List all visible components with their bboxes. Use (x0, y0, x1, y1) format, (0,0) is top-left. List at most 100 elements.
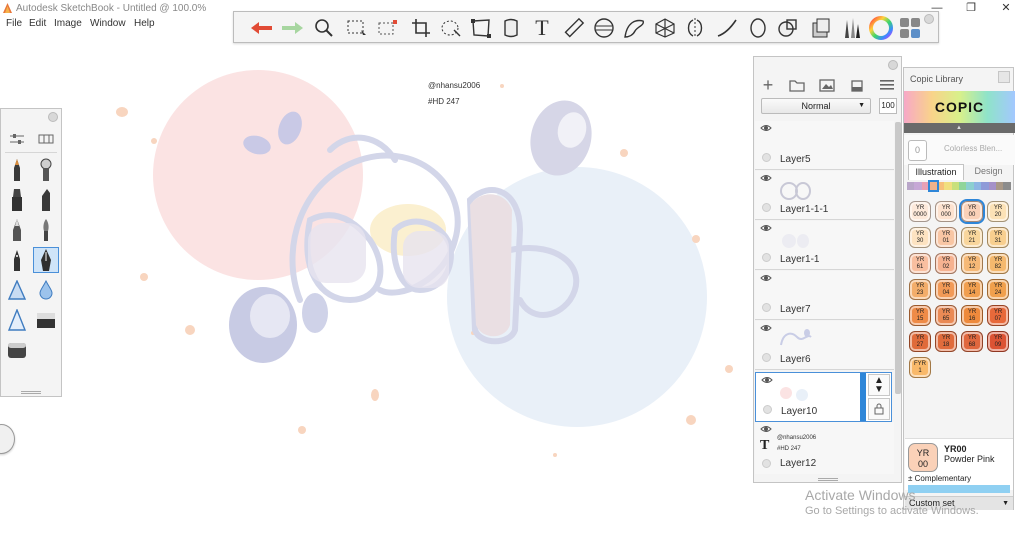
undo-button[interactable] (249, 15, 275, 41)
add-group-button[interactable] (787, 75, 807, 95)
color-family-chip[interactable] (914, 182, 922, 190)
copic-swatch[interactable]: YR 12 (961, 253, 983, 274)
brush-library-toggle[interactable] (33, 126, 59, 152)
layer-radio[interactable] (762, 203, 771, 212)
copic-swatch[interactable]: FYR 1 (909, 357, 931, 378)
color-family-chip[interactable] (944, 182, 952, 190)
shape-button[interactable] (775, 15, 801, 41)
layer-row-layer5[interactable]: Layer5 (755, 121, 894, 170)
copic-swatch[interactable]: YR 21 (961, 227, 983, 248)
color-family-chip[interactable] (996, 182, 1004, 190)
copic-swatch[interactable]: YR 24 (987, 279, 1009, 300)
calligraphy-brush[interactable] (33, 247, 59, 273)
pen-brush[interactable] (4, 217, 30, 243)
copic-swatch[interactable]: YR 82 (987, 253, 1009, 274)
layer-radio[interactable] (762, 459, 771, 468)
colorless-blender[interactable]: 0 Colorless Blen... (904, 135, 1015, 165)
zoom-button[interactable] (311, 15, 337, 41)
tab-design[interactable]: Design (966, 164, 1011, 180)
layers-grip-icon[interactable] (818, 478, 838, 481)
menu-window[interactable]: Window (90, 18, 126, 29)
copic-swatch[interactable]: YR 07 (987, 305, 1009, 326)
ink-pen-brush[interactable] (4, 247, 30, 273)
color-wheel-button[interactable] (868, 15, 894, 41)
paintbrush-brush[interactable] (33, 217, 59, 243)
eraser-brush[interactable] (33, 307, 59, 333)
color-family-strip[interactable] (907, 182, 1011, 190)
marker-brush[interactable] (4, 187, 30, 213)
copic-swatch[interactable]: YR 30 (909, 227, 931, 248)
layer-row-layer1-1[interactable]: Layer1-1 (755, 221, 894, 270)
triangle-brush[interactable] (4, 277, 30, 303)
copic-swatch[interactable]: YR 20 (987, 201, 1009, 222)
copic-swatch[interactable]: YR 27 (909, 331, 931, 352)
color-family-chip[interactable] (907, 182, 915, 190)
maximize-button[interactable]: ❐ (954, 0, 988, 17)
smear-brush[interactable] (4, 307, 30, 333)
stroke-button[interactable] (714, 15, 740, 41)
lasso-button[interactable] (438, 15, 464, 41)
color-family-chip[interactable] (958, 182, 967, 190)
copic-swatch[interactable]: YR 04 (935, 279, 957, 300)
layer-menu-button[interactable] (877, 75, 897, 95)
copic-collapse-bar[interactable]: ▲ (904, 123, 1015, 133)
color-family-chip[interactable] (1003, 182, 1011, 190)
layer-row-layer7[interactable]: Layer7 (755, 271, 894, 320)
layers-toggle-button[interactable] (897, 15, 923, 41)
pencil-brush[interactable] (4, 157, 30, 183)
menu-edit[interactable]: Edit (29, 18, 46, 29)
copic-swatch[interactable]: YR 02 (935, 253, 957, 274)
layer-radio[interactable] (762, 353, 771, 362)
transform-select-button[interactable] (375, 15, 401, 41)
ruler-button[interactable] (561, 15, 587, 41)
text-button[interactable]: T (529, 15, 555, 41)
layer-row-layer12[interactable]: T @nhansu2006 #HD 247 Layer12 (755, 422, 894, 474)
layer-radio[interactable] (762, 153, 771, 162)
select-button[interactable] (344, 15, 370, 41)
color-family-chip[interactable] (951, 182, 959, 190)
distort-button[interactable] (468, 15, 494, 41)
brush-library-button[interactable] (838, 15, 864, 41)
menu-image[interactable]: Image (54, 18, 82, 29)
eye-icon[interactable] (760, 223, 772, 233)
copic-swatch[interactable]: YR 000 (935, 201, 957, 222)
eye-icon[interactable] (760, 424, 772, 434)
layer-move-button[interactable]: ▲ ▼ (868, 374, 890, 396)
copic-swatch[interactable]: YR 09 (987, 331, 1009, 352)
ellipse-guide-button[interactable] (591, 15, 617, 41)
eye-icon[interactable] (760, 173, 772, 183)
perspective-grid-button[interactable] (652, 15, 678, 41)
copic-close-icon[interactable] (998, 71, 1010, 83)
soft-eraser-brush[interactable] (4, 337, 30, 363)
layer-radio[interactable] (762, 303, 771, 312)
copic-swatch[interactable]: YR 65 (935, 305, 957, 326)
copic-swatch[interactable]: YR 23 (909, 279, 931, 300)
chisel-marker-brush[interactable] (33, 187, 59, 213)
copic-swatch[interactable]: YR 01 (935, 227, 957, 248)
brush-properties-button[interactable] (4, 126, 30, 152)
layers-close-icon[interactable] (888, 60, 898, 70)
tab-illustration[interactable]: Illustration (908, 164, 964, 180)
menu-file[interactable]: File (6, 18, 22, 29)
copic-swatch[interactable]: YR 0000 (909, 201, 931, 222)
eye-icon[interactable] (760, 273, 772, 283)
add-image-button[interactable] (817, 75, 837, 95)
crop-button[interactable] (408, 15, 434, 41)
layer-radio[interactable] (763, 405, 772, 414)
color-family-chip[interactable] (973, 182, 982, 190)
eye-icon[interactable] (760, 123, 772, 133)
copic-swatch[interactable]: YR 16 (961, 305, 983, 326)
toolbar-close-icon[interactable] (924, 14, 934, 24)
copic-swatch[interactable]: YR 31 (987, 227, 1009, 248)
copic-swatch[interactable]: YR 61 (909, 253, 931, 274)
palette-grip-icon[interactable] (21, 391, 41, 394)
fill-button[interactable] (808, 15, 834, 41)
symmetry-button[interactable] (682, 15, 708, 41)
copic-swatch[interactable]: YR 00 (959, 199, 985, 224)
airbrush-brush[interactable] (33, 157, 59, 183)
copic-swatch[interactable]: YR 15 (909, 305, 931, 326)
layer-radio[interactable] (762, 253, 771, 262)
ellipse-button[interactable] (745, 15, 771, 41)
layer-row-layer1-1-1[interactable]: Layer1-1-1 (755, 171, 894, 220)
complementary-toggle[interactable]: ± Complementary (908, 474, 971, 483)
